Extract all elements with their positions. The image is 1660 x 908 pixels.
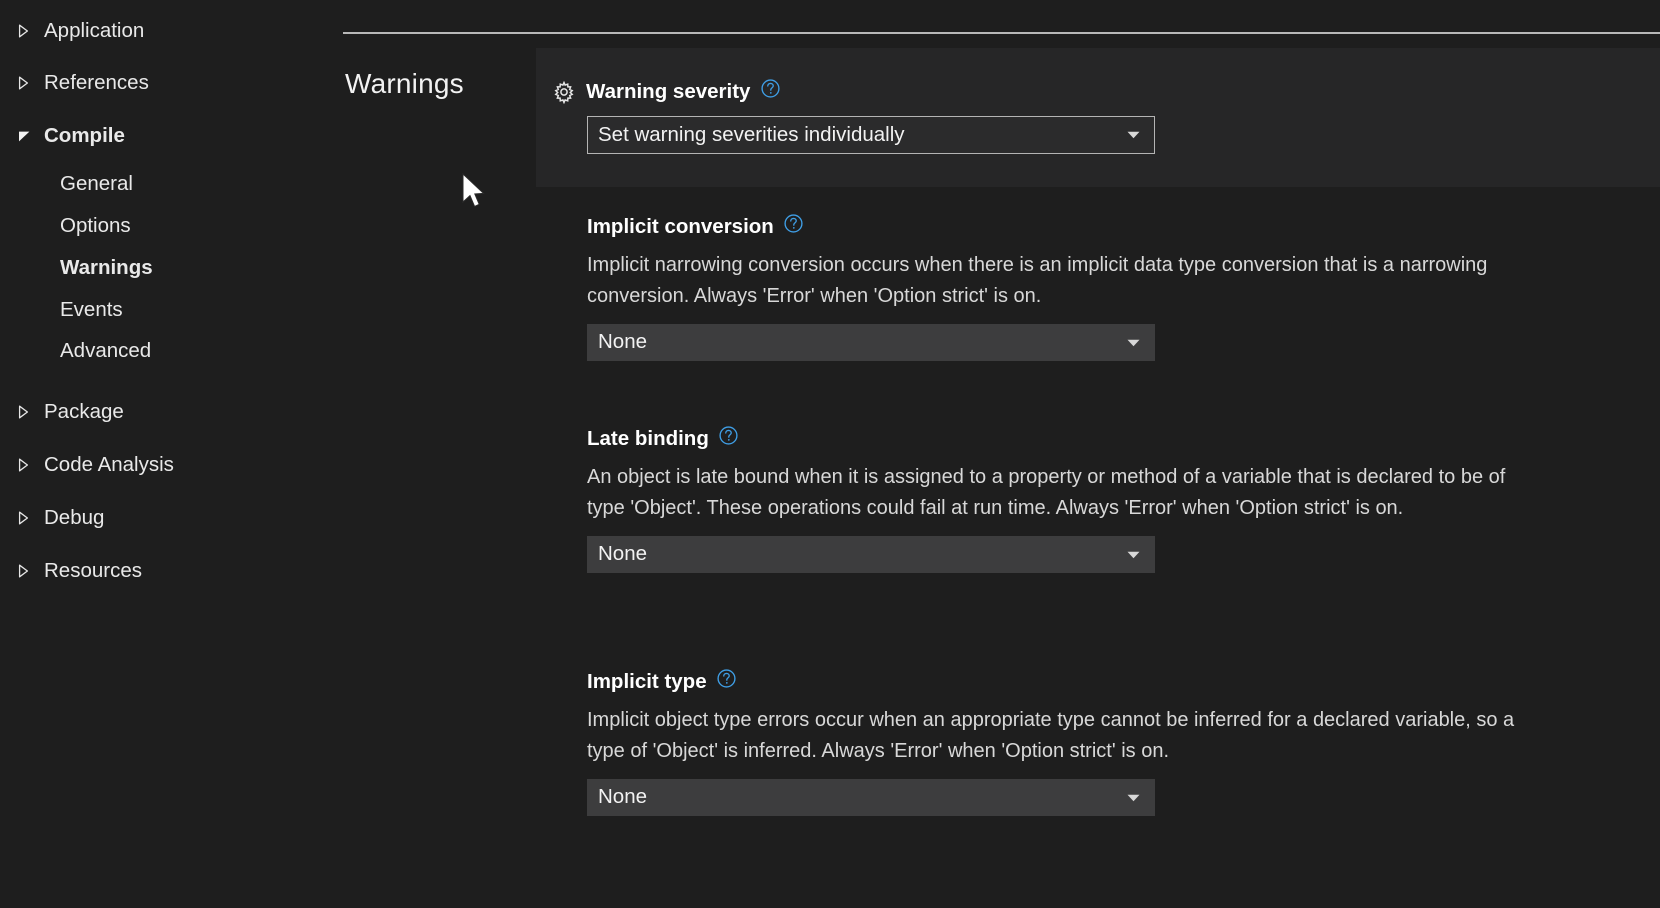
warning-severity-heading: Warning severity [552,78,781,105]
sidebar-item-advanced[interactable]: Advanced [0,330,151,372]
setting-implicit-conversion: Implicit conversion Implicit narrowing co… [587,213,1660,361]
severity-select-value: None [598,330,648,354]
sidebar-item-application[interactable]: Application [0,10,144,52]
chevron-down-icon [1127,126,1140,144]
setting-title: Late binding [587,425,1660,452]
sidebar-item-references[interactable]: References [0,62,149,104]
sidebar-item-label: Options [60,213,131,237]
sidebar-item-options[interactable]: Options [0,205,131,247]
setting-description: Implicit narrowing conversion occurs whe… [587,254,1488,307]
sidebar-item-label: Code Analysis [44,452,174,476]
sidebar-item-label: Warnings [60,255,153,279]
setting-late-binding: Late binding An object is late bound when… [587,425,1660,573]
severity-select-implicit-conversion[interactable]: None [587,324,1155,361]
sidebar-item-label: Resources [44,558,142,582]
sidebar-item-label: Debug [44,505,105,529]
sidebar-item-label: Package [44,399,124,423]
setting-title-label: Implicit type [587,669,707,693]
severity-select-implicit-type[interactable]: None [587,779,1155,816]
warning-severity-label: Warning severity [586,79,751,103]
chevron-right-icon[interactable] [18,76,44,90]
sidebar-item-label: General [60,171,133,195]
warnings-settings-list: Implicit conversion Implicit narrowing co… [536,187,1660,908]
warning-severity-select[interactable]: Set warning severities individually [587,116,1155,154]
setting-description: An object is late bound when it is assig… [587,466,1506,519]
mouse-pointer-icon [461,172,487,216]
setting-title-label: Implicit conversion [587,214,774,238]
setting-description: Implicit object type errors occur when a… [587,709,1515,762]
sidebar-item-label: Application [44,18,145,42]
sidebar-item-debug[interactable]: Debug [0,497,104,539]
chevron-down-icon[interactable] [18,130,44,142]
sidebar-item-label: Compile [44,123,125,147]
sidebar-item-general[interactable]: General [0,163,133,205]
chevron-right-icon[interactable] [18,564,44,578]
sidebar-item-resources[interactable]: Resources [0,550,142,592]
severity-select-value: None [598,542,648,566]
page-title: Warnings [345,68,464,99]
sidebar-item-warnings[interactable]: Warnings [0,247,153,289]
setting-title: Implicit type [587,668,1660,695]
help-circle-icon[interactable] [783,213,804,240]
help-circle-icon[interactable] [718,425,739,452]
project-properties-window: Application References Compile General Optio… [0,0,1660,908]
chevron-right-icon[interactable] [18,24,44,38]
severity-select-value: None [598,785,648,809]
sidebar-item-code-analysis[interactable]: Code Analysis [0,444,174,486]
chevron-down-icon [1127,789,1140,807]
chevron-down-icon [1127,546,1140,564]
sidebar-item-package[interactable]: Package [0,391,124,433]
severity-select-late-binding[interactable]: None [587,536,1155,573]
warning-severity-panel: Warning severity Set warning severities … [536,48,1660,187]
setting-title-label: Late binding [587,426,709,450]
help-circle-icon[interactable] [760,78,781,105]
setting-implicit-type: Implicit type Implicit object type errors… [587,668,1660,816]
gear-icon [552,80,576,104]
sidebar-item-compile[interactable]: Compile [0,115,125,157]
header-divider [343,32,1660,34]
chevron-right-icon[interactable] [18,458,44,472]
settings-navigation-sidebar: Application References Compile General Optio… [0,0,343,908]
help-circle-icon[interactable] [716,668,737,695]
sidebar-item-label: Advanced [60,338,152,362]
chevron-right-icon[interactable] [18,511,44,525]
setting-title: Implicit conversion [587,213,1660,240]
chevron-right-icon[interactable] [18,405,44,419]
sidebar-item-label: References [44,70,149,94]
chevron-down-icon [1127,334,1140,352]
warning-severity-select-value: Set warning severities individually [598,122,905,146]
sidebar-item-label: Events [60,297,123,321]
sidebar-item-events[interactable]: Events [0,289,123,331]
